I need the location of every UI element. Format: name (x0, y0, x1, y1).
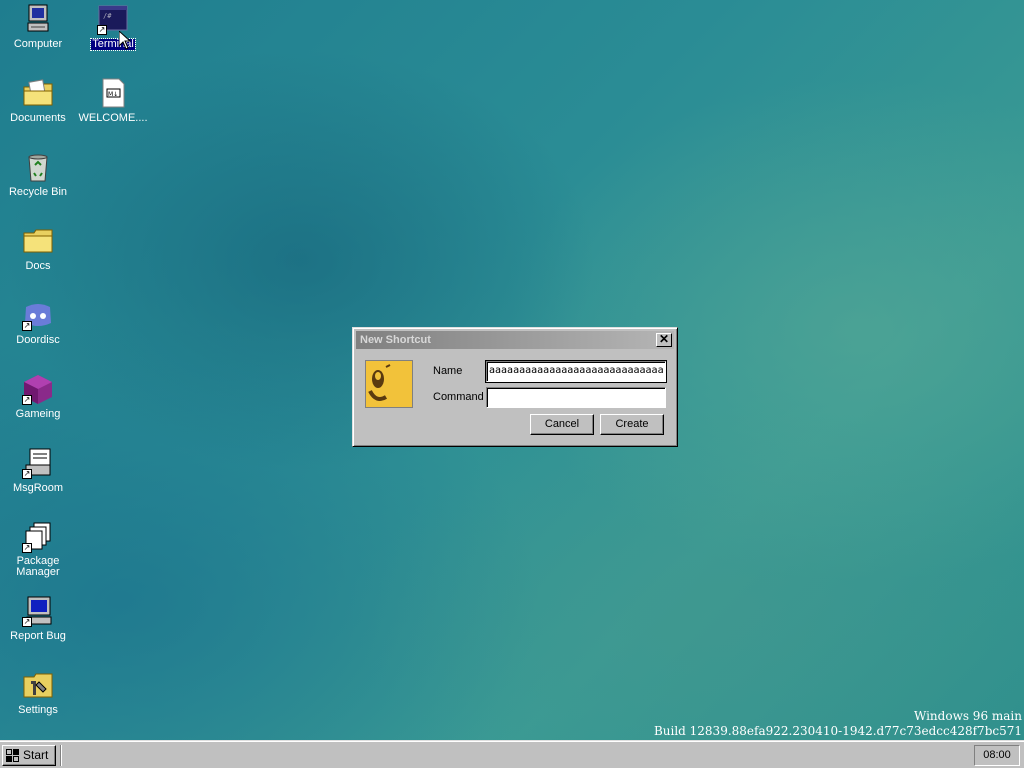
desktop-icon-msgroom[interactable]: ↗ MsgRoom (2, 447, 74, 494)
shortcut-arrow-icon: ↗ (97, 25, 107, 35)
desktop-icon-label: Computer (13, 38, 63, 50)
desktop-icon-label: WELCOME.... (78, 112, 148, 124)
desktop-icon-terminal[interactable]: /# ↗ Terminal (77, 3, 149, 51)
desktop-icon-label: Documents (10, 112, 66, 124)
command-field[interactable] (486, 387, 666, 408)
markdown-file-icon: M↓ (97, 77, 129, 109)
command-label: Command (433, 391, 484, 403)
documents-folder-icon (22, 77, 54, 109)
start-label: Start (23, 748, 49, 762)
cancel-button[interactable]: Cancel (530, 414, 594, 435)
shortcut-arrow-icon: ↗ (22, 617, 32, 627)
close-icon: ✕ (658, 332, 670, 346)
settings-icon (22, 669, 54, 701)
gameing-icon: ↗ (22, 373, 54, 405)
new-shortcut-dialog: New Shortcut ✕ Name aaaaaaaaaaaaaaaaaaaa… (352, 327, 678, 447)
desktop-icon-label: Recycle Bin (8, 186, 68, 198)
desktop-icon-settings[interactable]: Settings (2, 669, 74, 716)
shortcut-arrow-icon: ↗ (22, 321, 32, 331)
desktop-icon-computer[interactable]: Computer (2, 3, 74, 50)
desktop-icon-welcome[interactable]: M↓ WELCOME.... (77, 77, 149, 124)
desktop-icon-label: Docs (25, 260, 51, 272)
desktop-icon-doordisc[interactable]: ↗ Doordisc (2, 299, 74, 346)
windows96-logo-icon (6, 749, 19, 762)
desktop-icon-package-manager[interactable]: ↗ Package Manager (2, 521, 74, 578)
dialog-title: New Shortcut (360, 334, 431, 346)
desktop-icon-report-bug[interactable]: ↗ Report Bug (2, 595, 74, 642)
shortcut-arrow-icon: ↗ (22, 395, 32, 405)
taskbar-clock: 08:00 (974, 745, 1020, 766)
svg-text:/#: /# (103, 12, 112, 20)
report-bug-icon: ↗ (22, 595, 54, 627)
desktop-icon-label: MsgRoom (12, 482, 64, 494)
build-number: Build 12839.88efa922.230410-1942.d77c73e… (653, 724, 1022, 738)
build-info: Windows 96 main Build 12839.88efa922.230… (654, 709, 1022, 739)
desktop-icon-label: Gameing (15, 408, 61, 420)
computer-icon (22, 3, 54, 35)
desktop-icon-label: Package Manager (16, 555, 60, 578)
shortcut-arrow-icon: ↗ (22, 543, 32, 553)
folder-icon (22, 225, 54, 257)
mouse-cursor-icon (119, 31, 131, 50)
msgroom-icon: ↗ (22, 447, 54, 479)
start-button[interactable]: Start (2, 745, 56, 766)
name-label: Name (433, 365, 463, 377)
package-manager-icon: ↗ (22, 521, 54, 553)
shortcut-arrow-icon: ↗ (22, 469, 32, 479)
desktop-icon-docs[interactable]: Docs (2, 225, 74, 272)
dialog-titlebar[interactable]: New Shortcut ✕ (356, 331, 674, 349)
desktop-icon-recycle-bin[interactable]: Recycle Bin (2, 151, 74, 198)
recycle-bin-icon (22, 151, 54, 183)
close-button[interactable]: ✕ (656, 333, 672, 347)
desktop-icon-label: Doordisc (16, 334, 60, 346)
shortcut-face-icon (365, 360, 413, 408)
desktop-icon-documents[interactable]: Documents (2, 77, 74, 124)
svg-text:M↓: M↓ (108, 91, 118, 98)
name-field[interactable]: aaaaaaaaaaaaaaaaaaaaaaaaaaaaa (485, 360, 667, 383)
desktop-icon-label: Report Bug (10, 630, 66, 642)
desktop-icon-gameing[interactable]: ↗ Gameing (2, 373, 74, 420)
build-os-name: Windows 96 main (913, 709, 1022, 723)
taskbar-separator (60, 745, 62, 766)
doordisc-icon: ↗ (22, 299, 54, 331)
taskbar: Start 08:00 (0, 740, 1024, 768)
create-button[interactable]: Create (600, 414, 664, 435)
desktop-icon-label: Settings (18, 704, 58, 716)
